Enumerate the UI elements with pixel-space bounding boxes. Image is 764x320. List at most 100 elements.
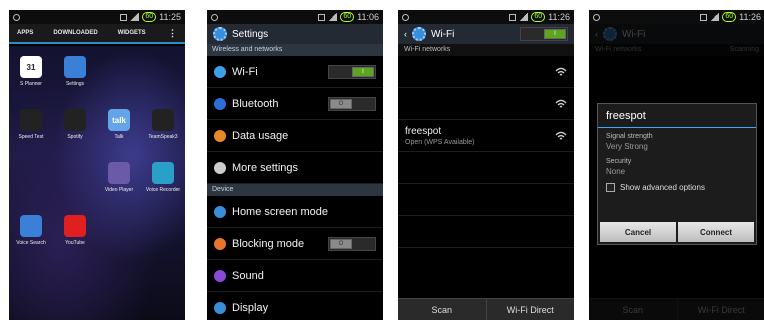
wifi-signal-icon [555, 67, 567, 75]
section-label: Wi-Fi networks [595, 46, 642, 53]
settings-row-label: Display [232, 301, 269, 314]
wifi-network-row[interactable] [398, 88, 574, 120]
background-content: ‹ Wi-Fi Wi-Fi networks Scanning [589, 24, 764, 56]
toggle-switch[interactable]: I [328, 64, 376, 79]
advanced-options-checkbox[interactable]: Show advanced options [606, 183, 748, 192]
list-item [398, 216, 574, 248]
signal-strength-label: Signal strength [606, 133, 653, 140]
app-icon-tile[interactable]: Video Player [97, 162, 141, 215]
status-time: 11:06 [357, 12, 379, 22]
battery-icon: 60 [340, 12, 355, 22]
status-bar: 60 11:06 [207, 10, 383, 24]
display-icon [214, 301, 226, 314]
alarm-icon [700, 13, 708, 21]
wifi-title-bar: ‹ Wi-Fi [589, 24, 764, 44]
list-item [398, 152, 574, 184]
settings-row-label: Sound [232, 269, 264, 282]
empty-slot [97, 56, 141, 109]
wifi-direct-button: Wi-Fi Direct [697, 304, 745, 315]
app-icon-tile[interactable]: Voice Recorder [141, 162, 185, 215]
app-icon-tile[interactable]: Settings [53, 56, 97, 109]
settings-row-label: More settings [232, 161, 299, 174]
signal-icon [519, 13, 529, 21]
app-icon-tile[interactable]: Spotify [53, 109, 97, 162]
page-title: Wi-Fi [431, 28, 455, 40]
more-icon [214, 161, 226, 174]
gear-icon [64, 56, 86, 78]
youtube-icon [64, 215, 86, 237]
settings-screen: 60 11:06 Settings Wireless and networks … [207, 10, 383, 320]
section-header: Wireless and networks [207, 44, 383, 56]
settings-row[interactable]: Wi-Fi I [207, 56, 383, 88]
tab-widgets[interactable]: WIDGETS [118, 30, 146, 36]
app-label: Speed Test [18, 134, 44, 140]
wifi-direct-button[interactable]: Wi-Fi Direct [487, 299, 575, 320]
microphone-icon [20, 215, 42, 237]
tab-downloaded[interactable]: DOWNLOADED [53, 30, 97, 36]
network-text: freespot Open (WPS Available) [405, 126, 555, 146]
status-bar: 60 11:25 [9, 10, 185, 24]
settings-row[interactable]: Data usage [207, 120, 383, 152]
app-icon-tile[interactable]: TeamSpeak3 [141, 109, 185, 162]
checkbox-icon[interactable] [606, 183, 615, 192]
bottom-action-bar: Scan Wi-Fi Direct [398, 298, 574, 320]
toggle-switch[interactable]: O [328, 96, 376, 111]
toggle-knob: I [352, 66, 374, 77]
empty-slot [141, 56, 185, 109]
scan-button[interactable]: Scan [398, 299, 487, 320]
app-icon-tile[interactable]: talk Talk [97, 109, 141, 162]
wifi-master-toggle[interactable]: I [520, 27, 568, 41]
settings-row[interactable]: Bluetooth O [207, 88, 383, 120]
toggle-knob: O [330, 98, 352, 109]
settings-row[interactable]: More settings [207, 152, 383, 184]
wifi-signal-icon [555, 99, 567, 107]
gear-icon [213, 27, 227, 41]
page-title: Wi-Fi [622, 28, 646, 40]
settings-row[interactable]: Blocking mode O [207, 228, 383, 260]
toggle-switch[interactable]: O [328, 236, 376, 251]
network-text [405, 71, 555, 73]
settings-row-label: Wi-Fi [232, 65, 258, 78]
status-time: 11:26 [739, 12, 761, 22]
menu-icon[interactable]: ⋮ [168, 28, 177, 39]
app-label: Voice Recorder [145, 187, 181, 193]
connect-button[interactable]: Connect [678, 222, 754, 242]
settings-row[interactable]: Home screen mode [207, 196, 383, 228]
section-header: Wi-Fi networks Scanning [589, 44, 764, 56]
block-icon [214, 237, 226, 250]
battery-icon: 60 [531, 12, 546, 22]
app-label: Video Player [104, 187, 134, 193]
app-icon-tile[interactable]: YouTube [53, 215, 97, 268]
settings-row-label: Data usage [232, 129, 289, 142]
data-usage-icon [214, 129, 226, 142]
app-label: Talk [114, 134, 124, 140]
settings-row[interactable]: Display [207, 292, 383, 320]
wifi-network-row[interactable] [398, 56, 574, 88]
calendar-icon: 31 [20, 56, 42, 78]
tab-apps[interactable]: APPS [17, 30, 33, 36]
alarm-icon [120, 13, 128, 21]
scanning-label: Scanning [729, 46, 759, 53]
app-icon-tile[interactable]: 31 S Planner [9, 56, 53, 109]
alarm-icon [318, 13, 326, 21]
back-icon[interactable]: ‹ [404, 29, 407, 39]
app-drawer-screen: 60 11:25 APPS DOWNLOADED WIDGETS ⋮ 31 S P… [9, 10, 185, 320]
network-dialog: freespot Signal strength Very Strong Sec… [597, 103, 757, 245]
security-label: Security [606, 158, 632, 165]
cancel-button[interactable]: Cancel [600, 222, 676, 242]
advanced-options-label: Show advanced options [620, 183, 705, 192]
status-bar: 60 11:26 [589, 10, 764, 24]
gear-icon [603, 27, 617, 41]
wifi-network-row[interactable]: freespot Open (WPS Available) [398, 120, 574, 152]
signal-strength-value: Very Strong [606, 142, 648, 151]
signal-icon [710, 13, 720, 21]
app-label: S Planner [20, 81, 42, 87]
settings-row[interactable]: Sound [207, 260, 383, 292]
signal-icon [130, 13, 140, 21]
network-status: Open (WPS Available) [405, 138, 475, 146]
empty-slot [53, 162, 97, 215]
network-name: freespot [405, 125, 442, 137]
status-icon [402, 13, 409, 21]
app-icon-tile[interactable]: Speed Test [9, 109, 53, 162]
app-icon-tile[interactable]: Voice Search [9, 215, 53, 268]
